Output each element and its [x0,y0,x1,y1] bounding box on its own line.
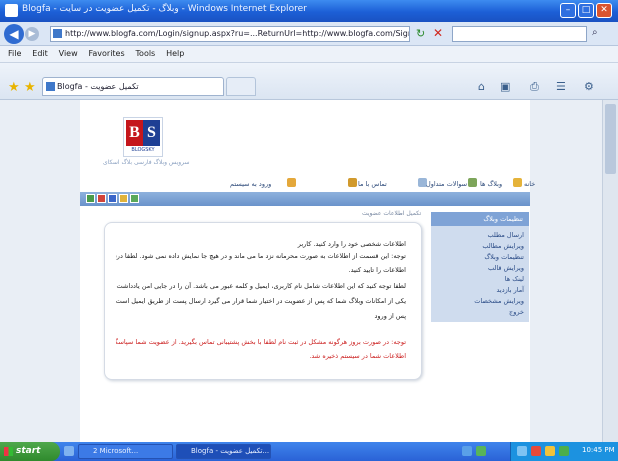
side-menu-item[interactable]: تنظیمات وبلاگ [436,253,524,261]
tab-page-icon [46,82,55,91]
side-menu-item[interactable]: ویرایش مطالب [436,242,524,250]
panel-line: یکی از امکانات وبلاگ شما که پس از عضویت … [116,297,406,305]
logo-letter-s: S [143,120,160,146]
nav-home[interactable]: خانه [524,180,535,188]
panel-line: لطفا توجه کنید که این اطلاعات شامل نام ک… [116,282,406,290]
blue-header-bar [80,192,530,206]
feeds-icon[interactable]: ▣ [500,80,510,93]
stop-icon[interactable]: ✕ [433,26,443,40]
menu-tools[interactable]: Tools [136,49,156,58]
page-menu-icon[interactable]: ☰ [556,80,566,93]
back-icon[interactable]: ◀ [4,24,24,44]
panel-line: پس از ورود [374,312,406,320]
side-menu-item[interactable]: آمار بازدید [436,286,524,294]
panel-line: اطلاعات را تایید کنید. [348,266,406,274]
title-bar: Blogfa - وبلاگ - تکمیل عضویت در سایت - W… [0,0,618,22]
tray-icon[interactable] [476,446,486,456]
site-tagline: سرویس وبلاگ فارسی بلاگ اسکای [103,159,190,166]
side-menu-item[interactable]: ویرایش مشخصات [436,297,524,305]
address-input[interactable]: http://www.blogfa.com/Login/signup.aspx?… [50,26,410,42]
menu-edit[interactable]: Edit [32,49,48,58]
language-icon[interactable] [462,446,472,456]
side-menu-item[interactable]: خروج [436,308,524,316]
flag-icon[interactable] [97,194,106,203]
network-icon[interactable] [517,446,527,456]
menu-file[interactable]: File [8,49,21,58]
window-title: Blogfa - وبلاگ - تکمیل عضویت در سایت - W… [22,4,307,14]
clock: 10:45 PM [582,446,615,454]
print-icon[interactable]: ⎙ [530,80,539,94]
menu-favorites[interactable]: Favorites [89,49,125,58]
page-icon [53,29,62,38]
side-menu-header: تنظیمات وبلاگ [431,212,529,226]
menu-bar: File Edit View Favorites Tools Help [0,46,618,63]
menu-help[interactable]: Help [166,49,184,58]
navigation-bar: ◀ ▶ http://www.blogfa.com/Login/signup.a… [0,22,618,46]
quicklaunch-icon[interactable] [64,446,74,456]
side-menu-item[interactable]: ارسال مطلب [436,231,524,239]
maximize-button[interactable]: □ [578,3,594,18]
search-icon[interactable]: ⌕ [592,27,598,38]
taskbar-item-ie[interactable]: Blogfa - تکمیل عضویت... [176,444,271,459]
menu-view[interactable]: View [59,49,78,58]
panel-warning-line: توجه: در صورت بروز هرگونه مشکل در ثبت نا… [116,338,406,346]
vertical-scrollbar[interactable] [602,100,618,442]
nav-contact[interactable]: تماس با ما [358,180,387,188]
home-icon[interactable]: ⌂ [478,80,485,93]
panel-warning-line: اطلاعات شما در سیستم ذخیره شد. [309,352,406,360]
nav-login[interactable]: ورود به سیستم [230,180,271,188]
search-input[interactable] [452,26,587,42]
favorites-star-icon[interactable]: ★ [8,80,20,95]
volume-icon[interactable] [545,446,555,456]
security-icon[interactable] [531,446,541,456]
refresh-icon[interactable]: ↻ [416,27,425,40]
minimize-button[interactable]: – [560,3,576,18]
flag-icon[interactable] [130,194,139,203]
logo-letter-b: B [126,120,143,146]
nav-faq[interactable]: سوالات متداول [426,180,467,188]
flag-icon[interactable] [108,194,117,203]
tab-blogfa[interactable]: Blogfa - تکمیل عضویت [42,77,224,96]
ie-icon [5,4,18,17]
forward-icon[interactable]: ▶ [25,27,39,41]
windows-logo-icon [4,447,13,456]
logo-text: BLOGSKY [131,147,155,153]
side-menu-item[interactable]: لینک ها [436,275,524,283]
new-tab-button[interactable] [226,77,256,96]
breadcrumb: تکمیل اطلاعات عضویت [362,210,422,217]
tools-menu-icon[interactable]: ⚙ [584,80,594,93]
add-favorite-icon[interactable]: ★ [24,80,36,95]
panel-line: توجه: این قسمت از اطلاعات به صورت محرمان… [116,252,406,260]
side-menu-item[interactable]: ویرایش قالب [436,264,524,272]
nav-blogs[interactable]: وبلاگ ها [480,180,502,188]
close-button[interactable]: ✕ [596,3,612,18]
panel-line: اطلاعات شخصی خود را وارد کنید. کاربر [297,240,406,248]
flag-icon[interactable] [119,194,128,203]
flag-icon[interactable] [86,194,95,203]
scrollbar-thumb[interactable] [605,104,616,174]
taskbar-item-word[interactable]: 2 Microsoft... [78,444,173,459]
update-icon[interactable] [559,446,569,456]
